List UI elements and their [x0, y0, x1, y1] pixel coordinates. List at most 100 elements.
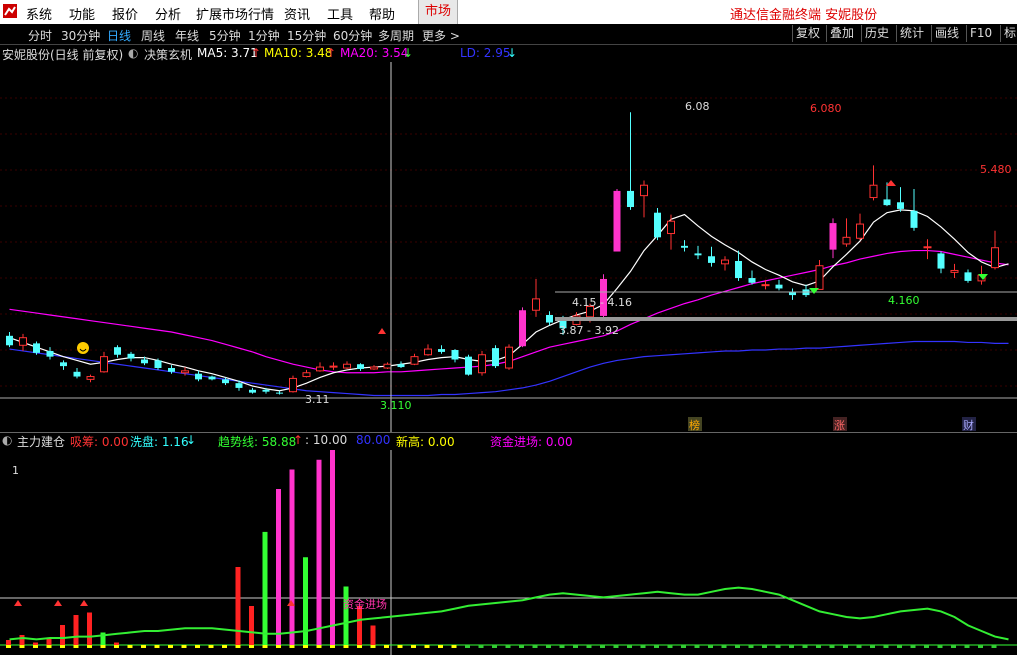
candle[interactable]: [667, 214, 675, 250]
menu-help[interactable]: 帮助: [369, 4, 395, 23]
candle[interactable]: [505, 344, 513, 370]
candle[interactable]: [492, 345, 499, 369]
history-button[interactable]: 历史: [861, 25, 892, 42]
candle[interactable]: [60, 360, 67, 370]
candle[interactable]: [127, 351, 135, 362]
indicator-toggle-icon[interactable]: ◐: [2, 433, 12, 447]
candle-body: [654, 212, 661, 238]
candle[interactable]: [289, 375, 297, 393]
candle-body: [195, 373, 202, 380]
candle[interactable]: [208, 375, 216, 381]
candle[interactable]: [410, 353, 419, 366]
statistics-button[interactable]: 统计: [896, 25, 927, 42]
period-15min[interactable]: 15分钟: [287, 27, 326, 44]
candle[interactable]: [802, 284, 810, 297]
candle[interactable]: [842, 218, 851, 247]
candle[interactable]: [910, 189, 918, 231]
candle[interactable]: [249, 387, 256, 394]
candle[interactable]: [937, 251, 945, 274]
candle[interactable]: [438, 345, 445, 354]
candle[interactable]: [383, 362, 392, 369]
candle[interactable]: [73, 368, 81, 379]
menu-system[interactable]: 系统: [26, 4, 52, 23]
menu-quote[interactable]: 报价: [112, 4, 138, 23]
formula-name[interactable]: 决策玄机: [144, 46, 192, 63]
candle[interactable]: [991, 230, 999, 270]
candle[interactable]: [46, 347, 54, 360]
candle[interactable]: [735, 250, 742, 281]
period-daily[interactable]: 日线: [107, 27, 131, 44]
candle[interactable]: [546, 311, 553, 326]
period-1min[interactable]: 1分钟: [248, 27, 280, 44]
baseline-marker: [627, 645, 632, 648]
candle[interactable]: [276, 390, 283, 395]
candle[interactable]: [775, 279, 783, 291]
formula-toggle-icon[interactable]: ◐: [128, 46, 138, 60]
candle[interactable]: [329, 362, 338, 370]
candle-body: [627, 190, 634, 208]
menu-extended-market[interactable]: 扩展市场行情: [196, 4, 274, 23]
menu-function[interactable]: 功能: [69, 4, 95, 23]
candle-body: [761, 284, 770, 287]
candle[interactable]: [343, 361, 351, 369]
period-30min[interactable]: 30分钟: [61, 27, 100, 44]
candle[interactable]: [897, 187, 904, 212]
mark-button[interactable]: 标: [1000, 25, 1017, 42]
candle[interactable]: [6, 332, 13, 348]
candle[interactable]: [613, 189, 621, 252]
candle[interactable]: [316, 362, 324, 372]
overlay-button[interactable]: 叠加: [826, 25, 857, 42]
draw-line-button[interactable]: 画线: [931, 25, 962, 42]
candle[interactable]: [708, 246, 715, 267]
candle[interactable]: [532, 278, 540, 317]
period-multi[interactable]: 多周期: [378, 27, 414, 44]
candle[interactable]: [829, 218, 837, 259]
adjust-button[interactable]: 复权: [792, 25, 823, 42]
candle[interactable]: [640, 180, 648, 218]
baseline-marker: [816, 645, 821, 648]
candle[interactable]: [397, 361, 405, 369]
candle[interactable]: [302, 369, 311, 378]
candle[interactable]: [964, 269, 972, 283]
candle[interactable]: [815, 260, 824, 290]
candle[interactable]: [856, 213, 864, 241]
period-yearly[interactable]: 年线: [175, 27, 199, 44]
candle[interactable]: [694, 245, 702, 260]
candle[interactable]: [478, 350, 486, 376]
period-weekly[interactable]: 周线: [141, 27, 165, 44]
candle[interactable]: [100, 351, 108, 373]
candle[interactable]: [869, 165, 878, 201]
candle[interactable]: [748, 270, 756, 285]
candle[interactable]: [654, 207, 661, 241]
candle[interactable]: [721, 256, 729, 271]
f10-button[interactable]: F10: [966, 25, 995, 42]
menu-tools[interactable]: 工具: [327, 4, 353, 23]
candle-body: [222, 379, 229, 384]
menu-analysis[interactable]: 分析: [155, 4, 181, 23]
candlestick-chart[interactable]: 6.08 6.080 5.480 4.15 - 4.16 3.87 - 3.92…: [0, 62, 1017, 432]
menu-news[interactable]: 资讯: [284, 4, 310, 23]
candle[interactable]: [19, 333, 27, 351]
candle[interactable]: [627, 112, 634, 210]
candle[interactable]: [114, 345, 121, 358]
candle[interactable]: [451, 349, 459, 363]
candle-body: [249, 389, 256, 393]
stock-title: 安妮股份(日线 前复权): [2, 48, 124, 62]
candle[interactable]: [357, 363, 364, 371]
candle[interactable]: [424, 344, 432, 356]
period-more[interactable]: 更多 >: [422, 27, 460, 44]
period-60min[interactable]: 60分钟: [333, 27, 372, 44]
candle[interactable]: [789, 288, 796, 300]
candle[interactable]: [950, 263, 959, 279]
candle[interactable]: [370, 365, 378, 370]
candle[interactable]: [33, 341, 40, 355]
candle[interactable]: [519, 307, 526, 348]
indicator-name[interactable]: 主力建仓: [17, 433, 65, 450]
candle[interactable]: [465, 354, 472, 376]
candle[interactable]: [86, 374, 95, 383]
indicator-chart[interactable]: 1 资金进场: [0, 450, 1017, 655]
period-5min[interactable]: 5分钟: [209, 27, 241, 44]
period-intraday[interactable]: 分时: [28, 27, 52, 44]
market-tab[interactable]: 市场: [418, 0, 458, 24]
candle[interactable]: [195, 370, 202, 382]
